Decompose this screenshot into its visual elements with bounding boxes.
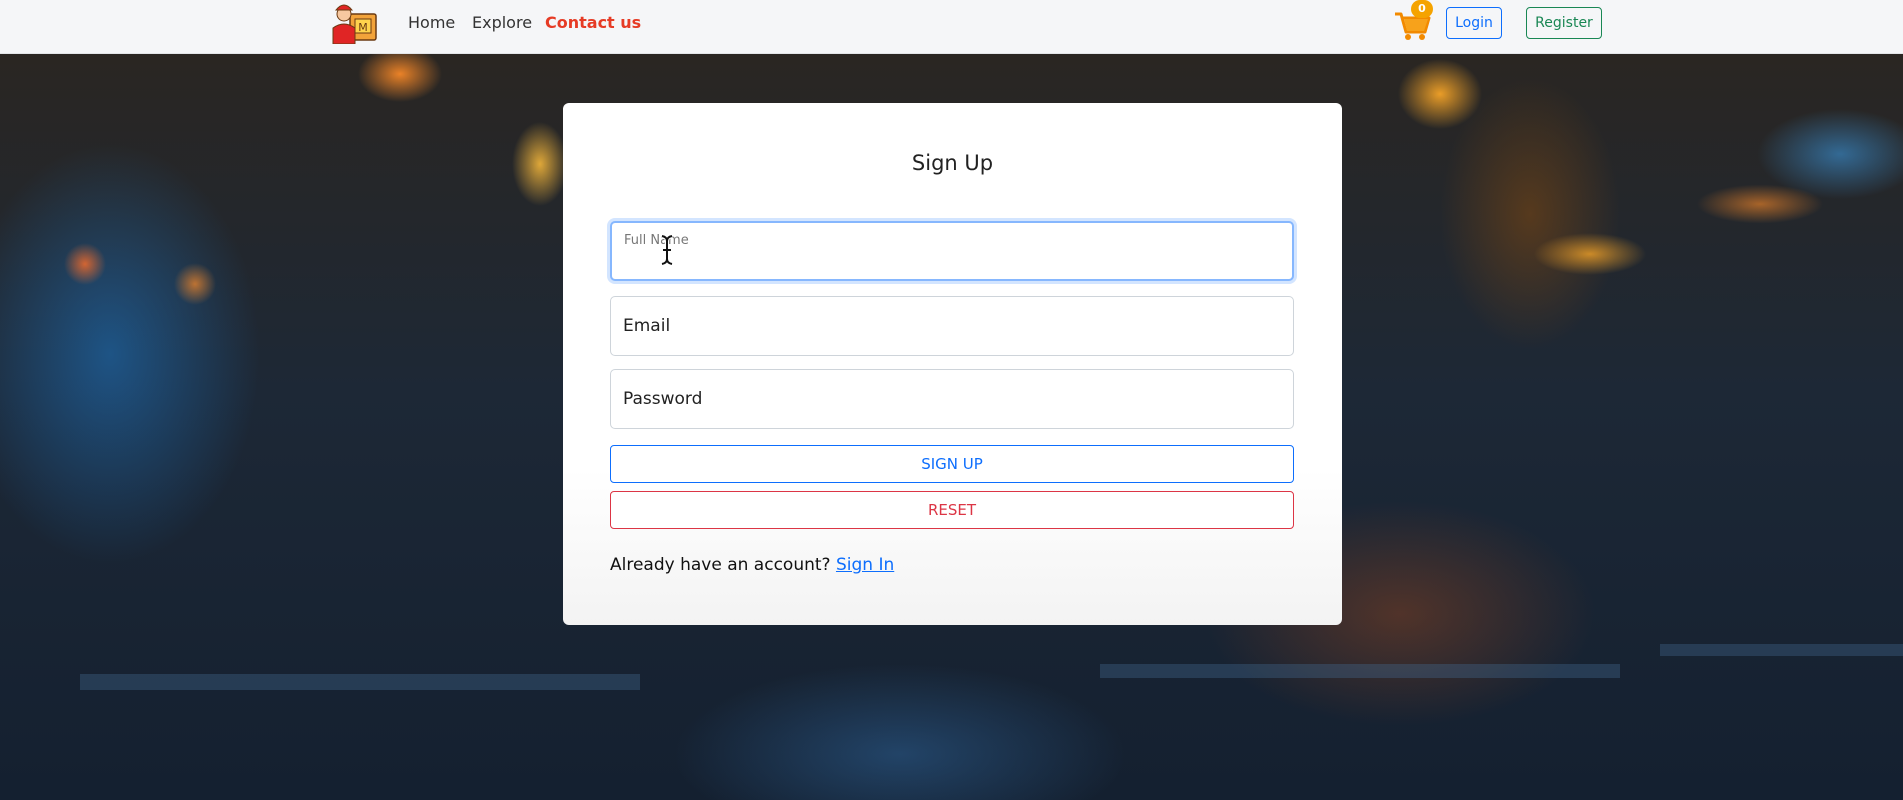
svg-text:M: M [358,21,368,34]
top-navbar: M Home Explore Contact us 0 Login Regist… [0,0,1903,54]
password-input[interactable] [611,370,1293,428]
email-field[interactable]: Email [610,296,1294,356]
login-button[interactable]: Login [1446,7,1502,39]
delivery-logo-icon[interactable]: M [328,0,378,44]
password-field[interactable]: Password [610,369,1294,429]
signin-prompt-text: Already have an account? [610,555,831,575]
signup-card: Sign Up Full Name Email Password SIGN UP… [563,103,1342,625]
register-button[interactable]: Register [1526,7,1602,39]
text-cursor-icon [661,234,673,266]
email-input[interactable] [611,297,1293,355]
signin-link[interactable]: Sign In [836,555,894,575]
reset-button[interactable]: RESET [610,491,1294,529]
signin-prompt: Already have an account? Sign In [610,555,894,575]
nav-contact-link[interactable]: Contact us [545,13,641,32]
signup-title: Sign Up [911,151,994,175]
signup-button[interactable]: SIGN UP [610,445,1294,483]
cart-count-badge: 0 [1411,0,1433,18]
nav-home-link[interactable]: Home [408,13,455,32]
fullname-input[interactable] [612,223,1292,279]
nav-explore-link[interactable]: Explore [472,13,532,32]
fullname-field[interactable]: Full Name [610,221,1294,281]
